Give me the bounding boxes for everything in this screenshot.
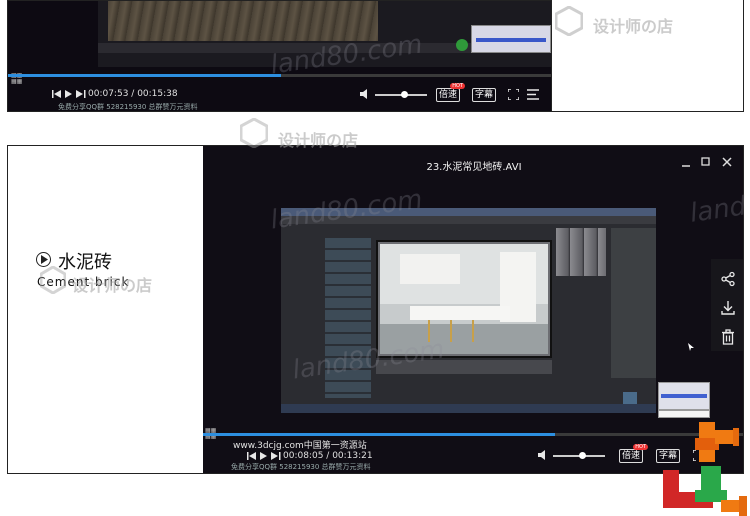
screenshot-stage: ▦▦▦▦ 00:07:53 / 00:15:38 免费分享QQ群 5282159…	[0, 0, 750, 516]
video-file-title: 23.水泥常见地砖.AVI	[426, 162, 522, 173]
shop-watermark-icon	[555, 6, 583, 36]
main-watermark-qq: 免费分享QQ群 528215930 总群赞万元资料	[231, 463, 371, 471]
trash-icon[interactable]	[720, 329, 736, 345]
share-icon[interactable]	[720, 271, 736, 287]
main-time-total: 00:13:21	[332, 451, 373, 461]
video-command-panel	[611, 228, 656, 378]
side-action-bar	[711, 259, 743, 351]
main-time-separator: /	[323, 451, 333, 461]
main-volume-icon[interactable]	[538, 450, 549, 460]
top-watermark-qq: 免费分享QQ群 528215930 总群赞万元资料	[58, 103, 198, 111]
video-gear-icon	[623, 392, 637, 404]
main-time-display: 00:08:05 / 00:13:21	[283, 451, 373, 461]
top-speed-button[interactable]: 倍速 HOT	[436, 83, 465, 102]
lesson-title-card: 水泥砖 Cement brick	[8, 146, 203, 473]
top-playlist-icon[interactable]	[527, 89, 539, 100]
main-speed-button[interactable]: 倍速 HOT	[619, 444, 648, 463]
top-subtitle-button[interactable]: 字幕	[472, 88, 496, 102]
top-green-gear-icon	[456, 39, 468, 51]
main-watermark-url: www.3dcjg.com中国第一资源站	[233, 441, 367, 451]
main-volume-knob[interactable]	[578, 452, 586, 459]
stool-leg	[472, 320, 474, 342]
top-progress-fill	[8, 74, 281, 77]
video-content-frame	[281, 208, 656, 413]
top-mini-window	[471, 25, 551, 53]
maximize-icon[interactable]	[700, 156, 712, 168]
top-time-display: 00:07:53 / 00:15:38	[88, 89, 178, 99]
top-time-total: 00:15:38	[137, 89, 178, 99]
top-fullscreen-icon[interactable]	[508, 89, 519, 100]
top-wood-floor-render	[108, 1, 378, 41]
video-mini-window	[658, 382, 710, 410]
main-hot-badge: HOT	[633, 444, 648, 450]
top-hot-badge: HOT	[450, 83, 465, 89]
video-taskbar	[281, 404, 656, 413]
top-time-separator: /	[128, 89, 138, 99]
video-material-slots	[556, 228, 606, 276]
close-icon[interactable]	[721, 156, 733, 168]
shop-watermark-icon	[240, 118, 268, 148]
play-circle-icon	[36, 252, 51, 267]
mouse-cursor-icon	[688, 343, 694, 351]
top-volume-icon[interactable]	[360, 89, 371, 99]
lesson-title-cn: 水泥砖	[58, 252, 112, 273]
stool-leg	[450, 320, 452, 342]
kitchen-counter	[410, 306, 510, 320]
main-speed-label: 倍速	[621, 451, 640, 461]
shop-watermark-icon	[40, 266, 66, 294]
main-time-current: 00:08:05	[283, 451, 324, 461]
top-mini-window-bar	[476, 38, 546, 42]
shop-watermark-top-right: 设计师の店	[593, 17, 674, 36]
top-playback-controls[interactable]	[52, 89, 86, 99]
download-icon[interactable]	[720, 300, 736, 316]
video-mini-window-status	[658, 410, 710, 418]
top-speed-label: 倍速	[438, 90, 457, 100]
top-time-current: 00:07:53	[88, 89, 129, 99]
main-playback-controls[interactable]	[247, 451, 281, 461]
shop-watermark-left: 设计师の店	[72, 276, 153, 295]
video-mini-window-bar	[661, 394, 707, 398]
kitchen-shelf	[400, 254, 460, 284]
pipe-fitting-decoration	[663, 422, 747, 516]
minimize-icon[interactable]	[680, 156, 692, 168]
top-volume-knob[interactable]	[400, 91, 408, 98]
kitchen-render	[380, 244, 548, 354]
shop-watermark-center: 设计师の店	[278, 131, 359, 150]
main-progress-fill	[203, 433, 556, 436]
